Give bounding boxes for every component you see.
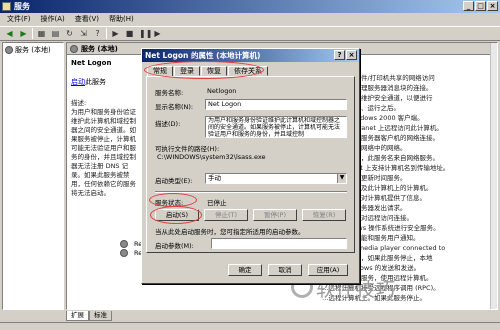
refresh-icon[interactable]: ↻ <box>64 28 75 39</box>
start-service-link[interactable]: 启动 <box>71 78 85 86</box>
dialog-button-row: 确定 取消 应用(A) <box>142 263 361 277</box>
startup-type-select[interactable]: 手动 ▼ <box>205 173 347 184</box>
window-title: 服务 <box>14 2 30 11</box>
highlight-circle-title <box>144 61 264 79</box>
toolbar-separator <box>106 28 107 39</box>
services-app-icon <box>2 2 11 11</box>
start-params-hint: 当从此处启动服务时，您可指定所适用的启动参数。 <box>155 228 305 236</box>
tab-extended[interactable]: 扩展 <box>66 311 89 321</box>
back-arrow-icon[interactable]: ◀ <box>4 28 15 39</box>
start-link-suffix: 此服务 <box>85 78 106 86</box>
stop-button[interactable]: 停止(T) <box>204 209 248 221</box>
status-bar <box>0 322 500 330</box>
cancel-button[interactable]: 取消 <box>268 264 302 276</box>
resume-button[interactable]: 恢复(R) <box>302 209 346 221</box>
console-tree: 服务 (本地) <box>2 42 64 310</box>
toolbar-separator <box>32 28 33 39</box>
tree-node-services-local[interactable]: 服务 (本地) <box>5 45 61 55</box>
services-window: 服务 _ □ × 文件(F) 操作(A) 查看(V) 帮助(H) ◀ ▶ ▦ ▤… <box>0 0 500 330</box>
display-name-field[interactable]: Net Logon <box>205 99 347 110</box>
chevron-down-icon: ▼ <box>337 174 346 183</box>
stop-service-icon[interactable]: ■ <box>124 28 135 39</box>
description-field-text: 为用户和服务身份验证维护此计算机和域控制器之间的安全通道。如果服务被停止，计算机… <box>208 117 341 138</box>
dialog-close-button[interactable]: × <box>346 50 357 60</box>
description-label: 描述(D): <box>155 120 181 128</box>
service-name-value: Netlogon <box>207 87 237 95</box>
tab-standard[interactable]: 标准 <box>89 311 112 321</box>
startup-type-value: 手动 <box>208 174 221 182</box>
menu-file[interactable]: 文件(F) <box>2 13 36 25</box>
start-params-label: 启动参数(M): <box>155 242 194 250</box>
start-service-icon[interactable]: ▶ <box>110 28 121 39</box>
general-tab-panel: 服务名称: Netlogon 显示名称(N): Net Logon 描述(D):… <box>146 76 355 253</box>
console-tree-icon[interactable]: ▦ <box>36 28 47 39</box>
exe-path-value: C:\WINDOWS\system32\lsass.exe <box>155 153 347 163</box>
properties-dialog: Net Logon 的属性 (本地计算机) ? × 常规 登录 恢复 依存关系 … <box>141 48 360 284</box>
highlight-circle-status <box>149 193 197 207</box>
pane-header-label: 服务 (本地) <box>81 44 118 53</box>
window-titlebar[interactable]: 服务 _ □ × <box>0 0 500 13</box>
view-tabs: 扩展 标准 <box>66 311 112 321</box>
pause-service-icon[interactable]: ❚❚ <box>138 28 152 39</box>
help-icon[interactable]: ? <box>92 28 103 39</box>
toolbar: ◀ ▶ ▦ ▤ ↻ ⇲ ? ▶ ■ ❚❚ ▶ <box>0 26 500 41</box>
menu-help[interactable]: 帮助(H) <box>104 13 139 25</box>
tree-node-label: 服务 (本地) <box>15 46 51 54</box>
description-label: 描述: <box>71 99 87 107</box>
extended-description-panel: Net Logon 启动此服务 描述: 为用户和服务身份验证维护此计算机和域控制… <box>71 59 141 198</box>
start-params-input[interactable] <box>211 238 347 249</box>
ok-button[interactable]: 确定 <box>228 264 262 276</box>
gear-icon <box>120 240 128 248</box>
gear-icon <box>5 46 13 54</box>
properties-icon[interactable]: ▤ <box>50 28 61 39</box>
service-name-label: 服务名称: <box>155 89 184 97</box>
description-text: 为用户和服务身份验证维护此计算机和域控制器之间的安全通道。如果服务被停止，计算机… <box>71 108 136 197</box>
close-button[interactable]: × <box>487 1 498 11</box>
startup-type-label: 启动类型(E): <box>155 177 193 185</box>
gear-icon <box>70 44 78 53</box>
minimize-button[interactable]: _ <box>463 1 474 11</box>
selected-service-name: Net Logon <box>71 59 112 67</box>
export-list-icon[interactable]: ⇲ <box>78 28 89 39</box>
restart-service-icon[interactable]: ▶ <box>152 28 163 39</box>
apply-button[interactable]: 应用(A) <box>308 264 348 276</box>
pause-button[interactable]: 暂停(P) <box>253 209 297 221</box>
menu-view[interactable]: 查看(V) <box>70 13 104 25</box>
dialog-titlebar[interactable]: Net Logon 的属性 (本地计算机) ? × <box>142 49 359 62</box>
highlight-circle-start <box>150 206 202 224</box>
maximize-button[interactable]: □ <box>475 1 486 11</box>
vertical-scrollbar[interactable] <box>490 43 497 309</box>
menu-bar: 文件(F) 操作(A) 查看(V) 帮助(H) <box>0 13 500 25</box>
service-description: 描述: 为用户和服务身份验证维护此计算机和域控制器之间的安全通道。如果服务被停止… <box>71 99 141 198</box>
display-name-label: 显示名称(N): <box>155 103 194 111</box>
service-status-value: 已停止 <box>207 199 227 207</box>
dialog-title: Net Logon 的属性 (本地计算机) <box>145 51 261 60</box>
description-field[interactable]: 为用户和服务身份验证维护此计算机和域控制器之间的安全通道。如果服务被停止，计算机… <box>205 116 347 138</box>
forward-arrow-icon[interactable]: ▶ <box>18 28 29 39</box>
menu-action[interactable]: 操作(A) <box>36 13 70 25</box>
divider <box>155 191 347 193</box>
gear-icon <box>120 249 128 257</box>
exe-path-label: 可执行文件的路径(H): <box>155 145 220 153</box>
help-button[interactable]: ? <box>334 50 345 60</box>
